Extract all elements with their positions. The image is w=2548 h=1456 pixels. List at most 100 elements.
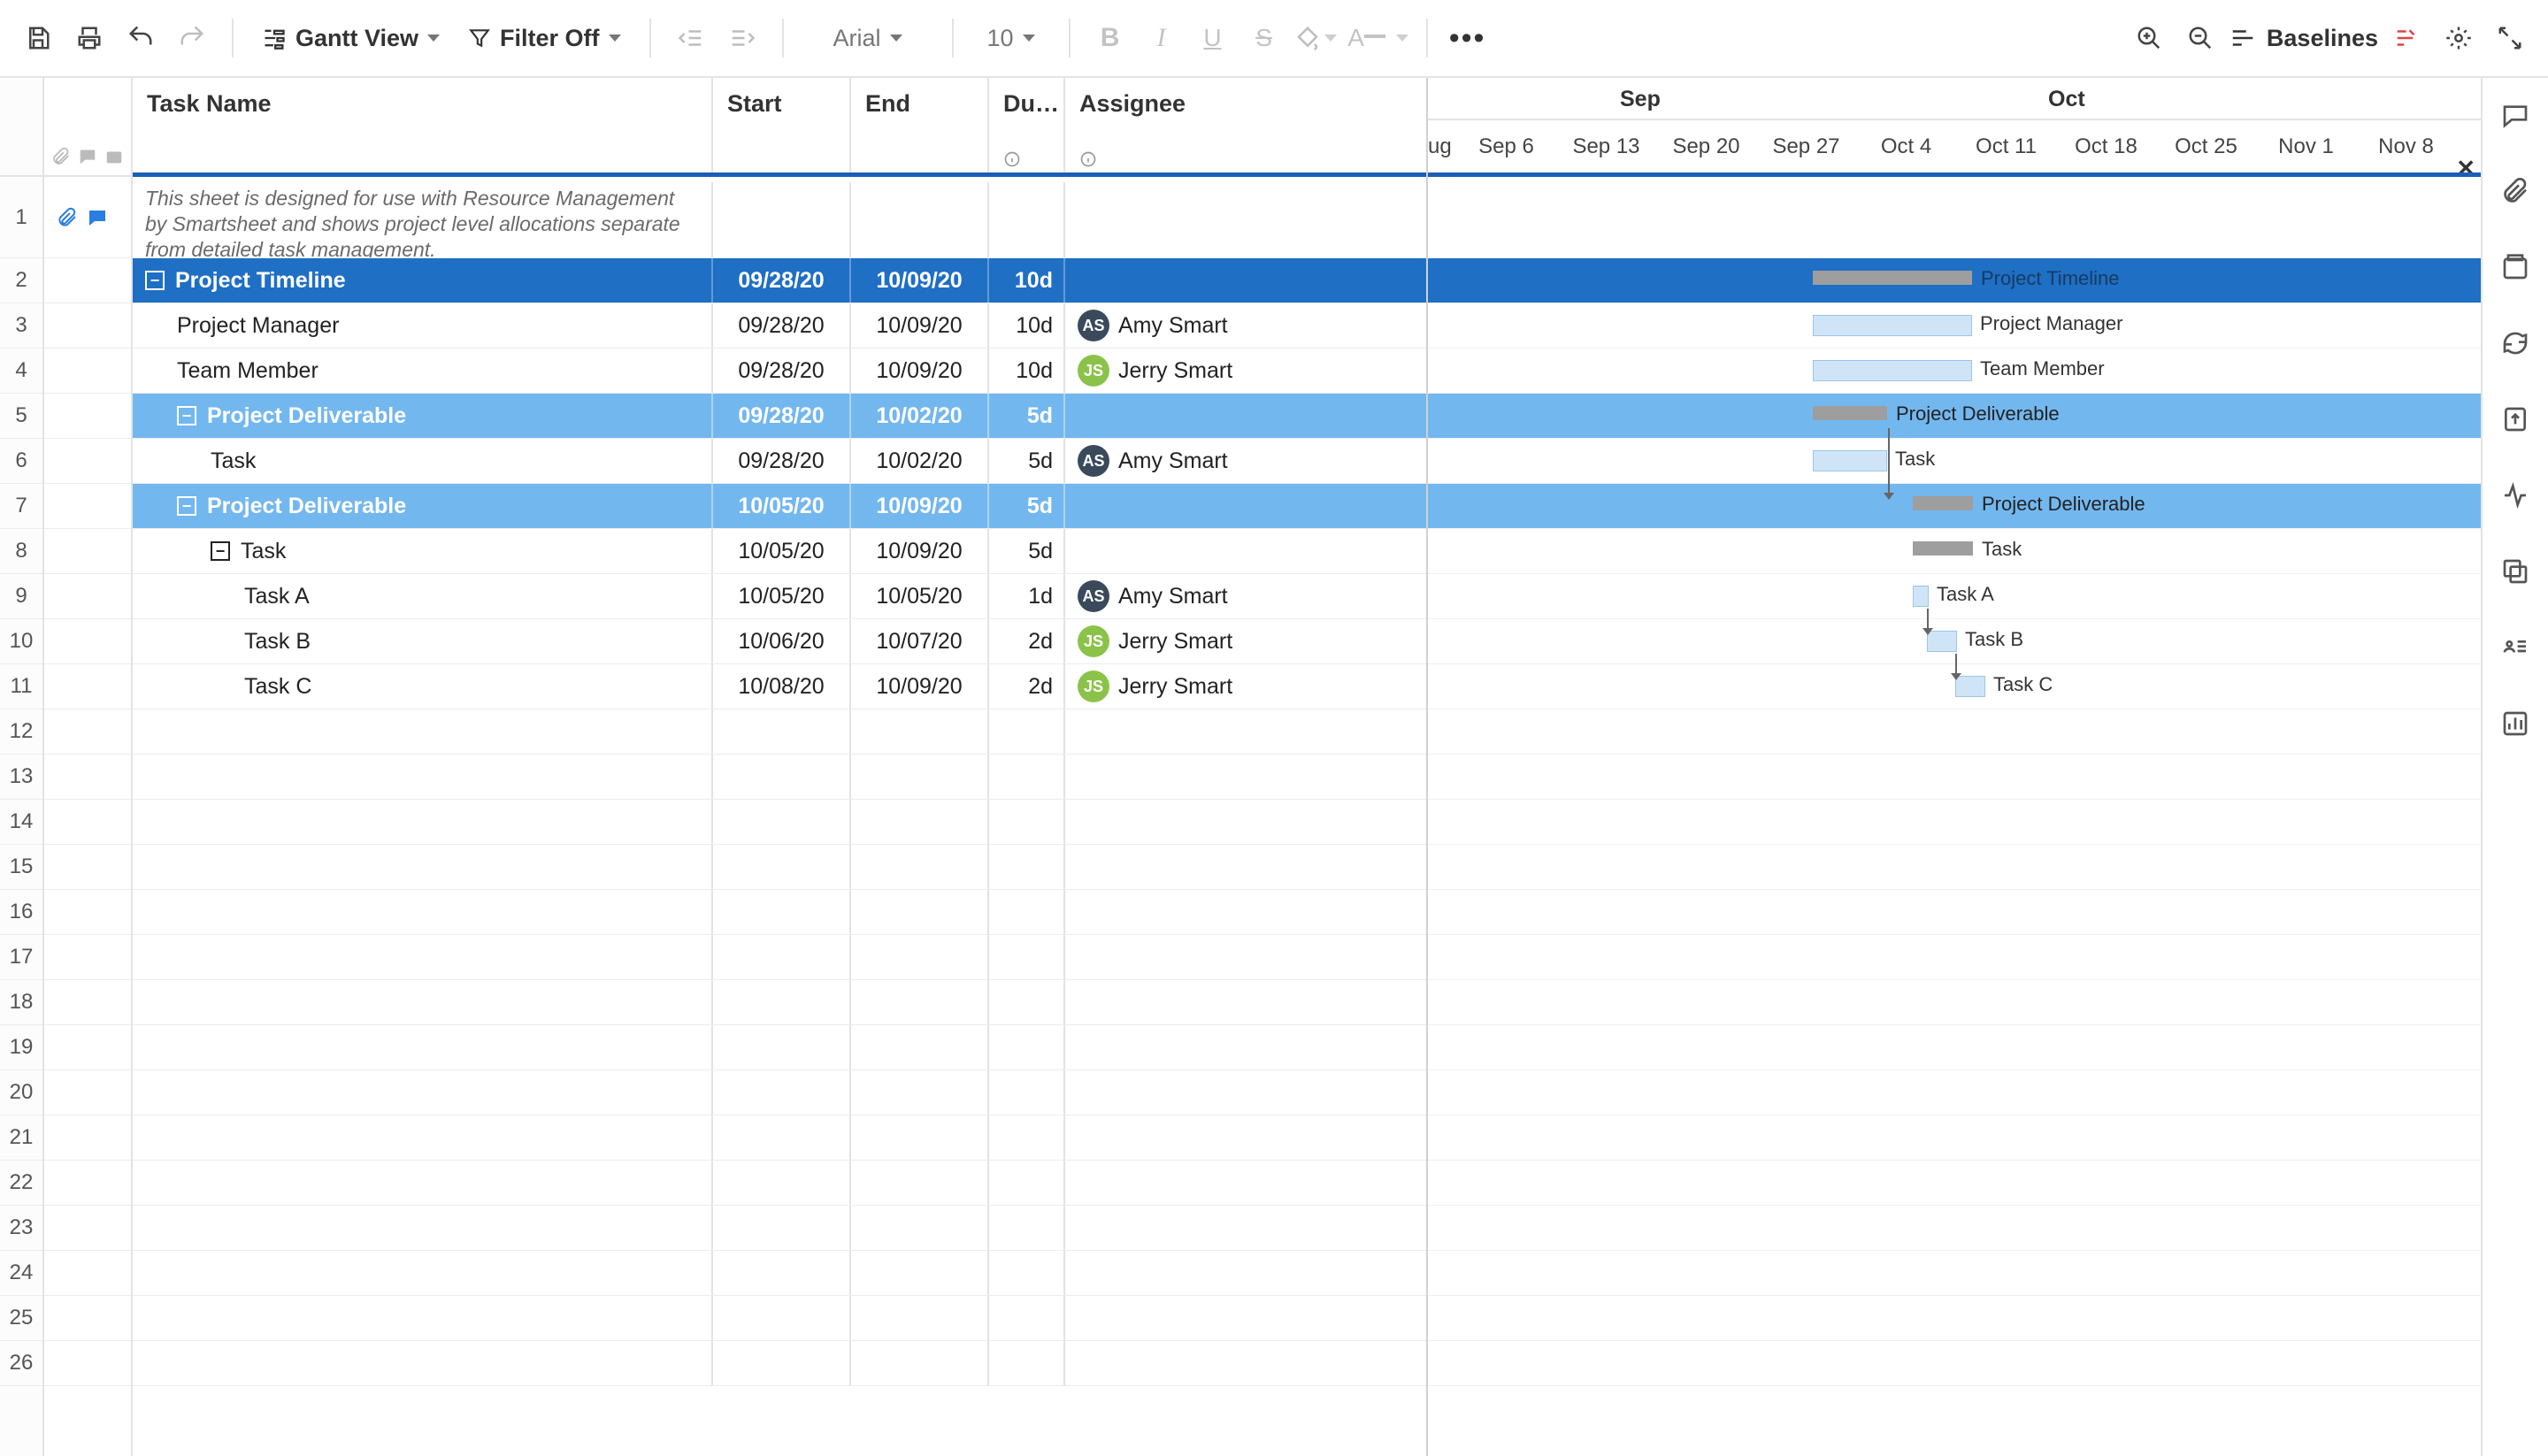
cell-task[interactable]: This sheet is designed for use with Reso… bbox=[133, 182, 713, 257]
row-number[interactable]: 11 bbox=[0, 664, 42, 709]
cell-assignee[interactable] bbox=[1065, 529, 1288, 573]
cell-dur[interactable] bbox=[989, 1341, 1065, 1385]
cell-start[interactable] bbox=[713, 1070, 851, 1115]
cell-start[interactable] bbox=[713, 709, 851, 754]
zoom-out-button[interactable] bbox=[2178, 16, 2222, 60]
cell-dur[interactable] bbox=[989, 980, 1065, 1024]
cell-start[interactable]: 09/28/20 bbox=[713, 258, 851, 303]
cell-end[interactable] bbox=[851, 1161, 989, 1205]
cell-start[interactable] bbox=[713, 890, 851, 934]
gantt-bar[interactable]: Project Manager bbox=[1813, 315, 1972, 336]
row-number[interactable]: 16 bbox=[0, 890, 42, 935]
cell-ass[interactable] bbox=[1065, 1161, 1288, 1205]
cell-end[interactable]: 10/09/20 bbox=[851, 484, 989, 528]
gantt-bar[interactable]: Task A bbox=[1913, 586, 1929, 607]
cell-end[interactable] bbox=[851, 755, 989, 799]
grid-row[interactable] bbox=[133, 890, 1426, 935]
collapse-toggle[interactable]: − bbox=[211, 541, 230, 561]
cell-dur[interactable]: 5d bbox=[989, 394, 1065, 438]
grid-row[interactable]: Task B10/06/2010/07/202dJSJerry Smart bbox=[133, 619, 1426, 664]
row-number[interactable]: 19 bbox=[0, 1025, 42, 1070]
cell-start[interactable] bbox=[713, 1296, 851, 1340]
row-number[interactable]: 7 bbox=[0, 484, 42, 529]
cell-start[interactable] bbox=[713, 1115, 851, 1160]
cell-end[interactable]: 10/07/20 bbox=[851, 619, 989, 663]
cell-dur[interactable] bbox=[989, 1296, 1065, 1340]
grid-row[interactable] bbox=[133, 1206, 1426, 1251]
collapse-toggle[interactable]: − bbox=[177, 496, 196, 516]
cell-dur[interactable] bbox=[989, 1251, 1065, 1295]
outdent-button[interactable] bbox=[669, 16, 713, 60]
cell-start[interactable]: 09/28/20 bbox=[713, 439, 851, 483]
cell-task[interactable] bbox=[133, 890, 713, 934]
grid-row[interactable]: −Project Timeline09/28/2010/09/2010d bbox=[133, 258, 1426, 303]
col-header-assignee[interactable]: Assignee bbox=[1065, 78, 1288, 175]
grid-row[interactable] bbox=[133, 1161, 1426, 1206]
col-header-duration[interactable]: Du… bbox=[989, 78, 1065, 175]
cell-task[interactable] bbox=[133, 1025, 713, 1069]
grid-row[interactable]: −Project Deliverable10/05/2010/09/205d bbox=[133, 484, 1426, 529]
cell-dur[interactable] bbox=[989, 1206, 1065, 1250]
cell-start[interactable]: 10/05/20 bbox=[713, 574, 851, 618]
collapse-toggle[interactable]: − bbox=[177, 406, 196, 425]
resource-mgmt-button[interactable] bbox=[2496, 628, 2535, 667]
bold-button[interactable]: B bbox=[1088, 16, 1132, 60]
cell-task[interactable] bbox=[133, 980, 713, 1024]
cell-start[interactable]: 09/28/20 bbox=[713, 394, 851, 438]
cell-assignee[interactable]: ASAmy Smart bbox=[1065, 574, 1288, 618]
attachment-icon[interactable] bbox=[57, 207, 78, 228]
cell-task[interactable]: Task A bbox=[133, 574, 713, 618]
cell-start[interactable] bbox=[713, 1206, 851, 1250]
italic-button[interactable]: I bbox=[1140, 16, 1184, 60]
activity-log-button[interactable] bbox=[2496, 476, 2535, 515]
cell-assignee[interactable] bbox=[1065, 394, 1288, 438]
cell-task[interactable]: Team Member bbox=[133, 349, 713, 393]
cell-assignee[interactable] bbox=[1065, 258, 1288, 303]
cell-task[interactable]: −Project Timeline bbox=[133, 258, 713, 303]
grid-row[interactable] bbox=[133, 935, 1426, 980]
cell-end[interactable] bbox=[851, 800, 989, 844]
row-number[interactable]: 18 bbox=[0, 980, 42, 1025]
cell-start[interactable]: 10/08/20 bbox=[713, 664, 851, 709]
cell-ass[interactable] bbox=[1065, 1296, 1288, 1340]
cell-dur[interactable] bbox=[989, 755, 1065, 799]
cell-ass[interactable] bbox=[1065, 709, 1288, 754]
row-number[interactable]: 23 bbox=[0, 1206, 42, 1251]
copy-button[interactable] bbox=[2496, 552, 2535, 591]
conversations-button[interactable] bbox=[2496, 96, 2535, 134]
cell-end[interactable] bbox=[851, 1025, 989, 1069]
gantt-bar[interactable]: Task bbox=[1913, 541, 1973, 556]
grid-row[interactable]: Team Member09/28/2010/09/2010dJSJerry Sm… bbox=[133, 349, 1426, 394]
grid-row[interactable] bbox=[133, 980, 1426, 1025]
cell-task[interactable] bbox=[133, 1251, 713, 1295]
cell-task[interactable]: −Project Deliverable bbox=[133, 484, 713, 528]
zoom-in-button[interactable] bbox=[2127, 16, 2171, 60]
cell-task[interactable] bbox=[133, 800, 713, 844]
cell-end[interactable] bbox=[851, 709, 989, 754]
gantt-bar[interactable]: Team Member bbox=[1813, 360, 1972, 381]
cell-task[interactable] bbox=[133, 709, 713, 754]
cell-dur[interactable] bbox=[989, 800, 1065, 844]
gantt-bar[interactable]: Project Deliverable bbox=[1913, 496, 1973, 510]
cell-task[interactable]: Task bbox=[133, 439, 713, 483]
cell-task[interactable]: Project Manager bbox=[133, 303, 713, 348]
cell-end[interactable]: 10/09/20 bbox=[851, 303, 989, 348]
cell-ass[interactable] bbox=[1065, 1206, 1288, 1250]
row-number[interactable]: 20 bbox=[0, 1070, 42, 1115]
cell-dur[interactable]: 2d bbox=[989, 664, 1065, 709]
strike-button[interactable]: S bbox=[1242, 16, 1286, 60]
cell-dur[interactable]: 10d bbox=[989, 303, 1065, 348]
cell-end[interactable] bbox=[851, 845, 989, 889]
cell-start[interactable] bbox=[713, 1251, 851, 1295]
cell-dur[interactable] bbox=[989, 1025, 1065, 1069]
cell-dur[interactable]: 1d bbox=[989, 574, 1065, 618]
col-header-task[interactable]: Task Name bbox=[133, 78, 713, 175]
grid-row[interactable]: Project Manager09/28/2010/09/2010dASAmy … bbox=[133, 303, 1426, 349]
gantt-bar[interactable]: Project Timeline bbox=[1813, 271, 1972, 285]
row-number[interactable]: 3 bbox=[0, 303, 42, 349]
indent-button[interactable] bbox=[720, 16, 764, 60]
cell-end[interactable] bbox=[851, 1341, 989, 1385]
cell-end[interactable] bbox=[851, 980, 989, 1024]
grid-row[interactable] bbox=[133, 845, 1426, 890]
summary-button[interactable] bbox=[2496, 704, 2535, 743]
